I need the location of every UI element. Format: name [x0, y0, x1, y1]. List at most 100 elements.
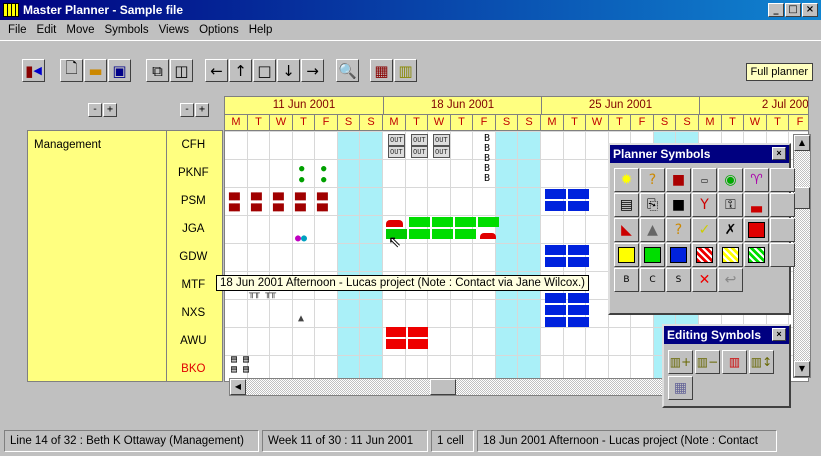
car-icon[interactable]: ▃ — [744, 193, 769, 217]
menu-symbols[interactable]: Symbols — [100, 24, 154, 36]
green-hatch-swatch[interactable] — [744, 243, 769, 267]
out-sign-icon[interactable]: ▭ — [692, 168, 717, 192]
vertical-scrollbar[interactable]: ▲ ▼ — [793, 134, 811, 378]
fill-column-icon[interactable]: ▥ — [722, 350, 747, 374]
copy-icon[interactable]: ⧉ — [146, 59, 169, 82]
project-block[interactable] — [545, 245, 566, 255]
group-plus-button[interactable]: + — [103, 103, 117, 117]
train-icon[interactable]: ◣ — [614, 218, 639, 242]
sun-icon[interactable]: ✹ — [614, 168, 639, 192]
red-hatch-swatch[interactable] — [692, 243, 717, 267]
full-planner-label[interactable]: Full planner — [745, 63, 813, 81]
balloon-icon[interactable]: ♈ — [744, 168, 769, 192]
horizontal-scroll-thumb[interactable] — [430, 379, 456, 395]
undo-icon[interactable]: ↩ — [718, 268, 743, 292]
red-swatch[interactable] — [744, 218, 769, 242]
name-row[interactable]: MTF — [28, 271, 222, 299]
yellow-swatch[interactable] — [614, 243, 639, 267]
project-block[interactable] — [568, 201, 589, 211]
project-block[interactable] — [568, 293, 589, 303]
palette-close-icon[interactable]: × — [772, 147, 786, 160]
project-block[interactable] — [545, 201, 566, 211]
maximize-button[interactable]: □ — [785, 3, 801, 17]
arrow-up-icon[interactable]: ↑ — [229, 59, 252, 82]
menu-file[interactable]: File — [4, 24, 33, 36]
menu-move[interactable]: Move — [62, 24, 100, 36]
menu-options[interactable]: Options — [195, 24, 245, 36]
calendar-icon[interactable]: ▦ — [668, 376, 693, 400]
project-block[interactable] — [408, 327, 428, 337]
project-block[interactable] — [455, 229, 476, 239]
exit-icon[interactable]: ▮ ◀ — [22, 59, 45, 82]
new-file-icon[interactable]: 🗋 — [60, 59, 83, 82]
clock-icon[interactable]: ◉ — [718, 168, 743, 192]
vertical-scroll-thumb[interactable] — [794, 187, 810, 209]
glass-icon[interactable]: Y — [692, 193, 717, 217]
project-block[interactable] — [545, 305, 566, 315]
yellow-hatch-swatch[interactable] — [718, 243, 743, 267]
delete-x-icon[interactable]: ✕ — [692, 268, 717, 292]
name-row[interactable]: Management CFH — [28, 131, 222, 159]
name-row[interactable]: GDW — [28, 243, 222, 271]
paste-icon[interactable]: ◫ — [170, 59, 193, 82]
project-block[interactable] — [386, 327, 406, 337]
project-block[interactable] — [386, 339, 406, 349]
name-row[interactable]: NXS — [28, 299, 222, 327]
project-block[interactable] — [568, 245, 589, 255]
blue-swatch[interactable] — [666, 243, 691, 267]
minimize-button[interactable]: _ — [768, 3, 784, 17]
project-block[interactable] — [545, 257, 566, 267]
group-minus-button[interactable]: - — [88, 103, 102, 117]
open-folder-icon[interactable]: ▬ — [84, 59, 107, 82]
save-disk-icon[interactable]: ▣ — [108, 59, 131, 82]
code-minus-button[interactable]: - — [180, 103, 194, 117]
name-row-selected[interactable]: BKO — [28, 355, 222, 383]
green-swatch[interactable] — [640, 243, 665, 267]
name-row[interactable]: PKNF — [28, 159, 222, 187]
arrow-down-icon[interactable]: ↓ — [277, 59, 300, 82]
project-block[interactable] — [545, 317, 566, 327]
question-icon[interactable]: ? — [666, 218, 691, 242]
briefcase-icon[interactable]: ■ — [666, 168, 691, 192]
square-icon[interactable]: □ — [253, 59, 276, 82]
project-block[interactable] — [545, 189, 566, 199]
project-block[interactable] — [432, 217, 453, 227]
close-button[interactable]: × — [802, 3, 818, 17]
menu-views[interactable]: Views — [155, 24, 195, 36]
project-block[interactable] — [432, 229, 453, 239]
insert-column-icon[interactable]: ▥+ — [668, 350, 693, 374]
key-icon[interactable]: ⚿ — [718, 193, 743, 217]
move-column-icon[interactable]: ▥↕ — [749, 350, 774, 374]
scroll-left-button[interactable]: ◀ — [230, 379, 246, 395]
find-magnifier-icon[interactable]: 🔍 — [336, 59, 359, 82]
project-block[interactable] — [478, 217, 499, 227]
project-block[interactable] — [408, 339, 428, 349]
monitor-icon[interactable]: ■ — [666, 193, 691, 217]
project-block[interactable] — [455, 217, 476, 227]
column-view-icon[interactable]: ▥ — [394, 59, 417, 82]
question-bag-icon[interactable]: ? — [640, 168, 665, 192]
name-row[interactable]: PSM — [28, 187, 222, 215]
code-plus-button[interactable]: + — [195, 103, 209, 117]
project-block[interactable] — [568, 317, 589, 327]
desk-s-icon[interactable]: S — [666, 268, 691, 292]
cross-icon[interactable]: ✗ — [718, 218, 743, 242]
check-icon[interactable]: ✓ — [692, 218, 717, 242]
building-icon[interactable]: ▲ — [640, 218, 665, 242]
project-block[interactable] — [409, 229, 430, 239]
project-block[interactable] — [545, 293, 566, 303]
desk-b-icon[interactable]: B — [614, 268, 639, 292]
project-block[interactable] — [409, 217, 430, 227]
document-icon[interactable]: ⎘ — [640, 193, 665, 217]
keyboard-icon[interactable]: ▤ — [614, 193, 639, 217]
menu-edit[interactable]: Edit — [33, 24, 63, 36]
arrow-right-icon[interactable]: → — [301, 59, 324, 82]
project-block[interactable] — [568, 189, 589, 199]
desk-c-icon[interactable]: C — [640, 268, 665, 292]
scroll-up-button[interactable]: ▲ — [794, 135, 810, 151]
delete-column-icon[interactable]: ▥− — [695, 350, 720, 374]
project-block[interactable] — [568, 305, 589, 315]
arrow-left-icon[interactable]: ← — [205, 59, 228, 82]
name-row[interactable]: AWU — [28, 327, 222, 355]
palette-close-icon[interactable]: × — [772, 328, 786, 341]
